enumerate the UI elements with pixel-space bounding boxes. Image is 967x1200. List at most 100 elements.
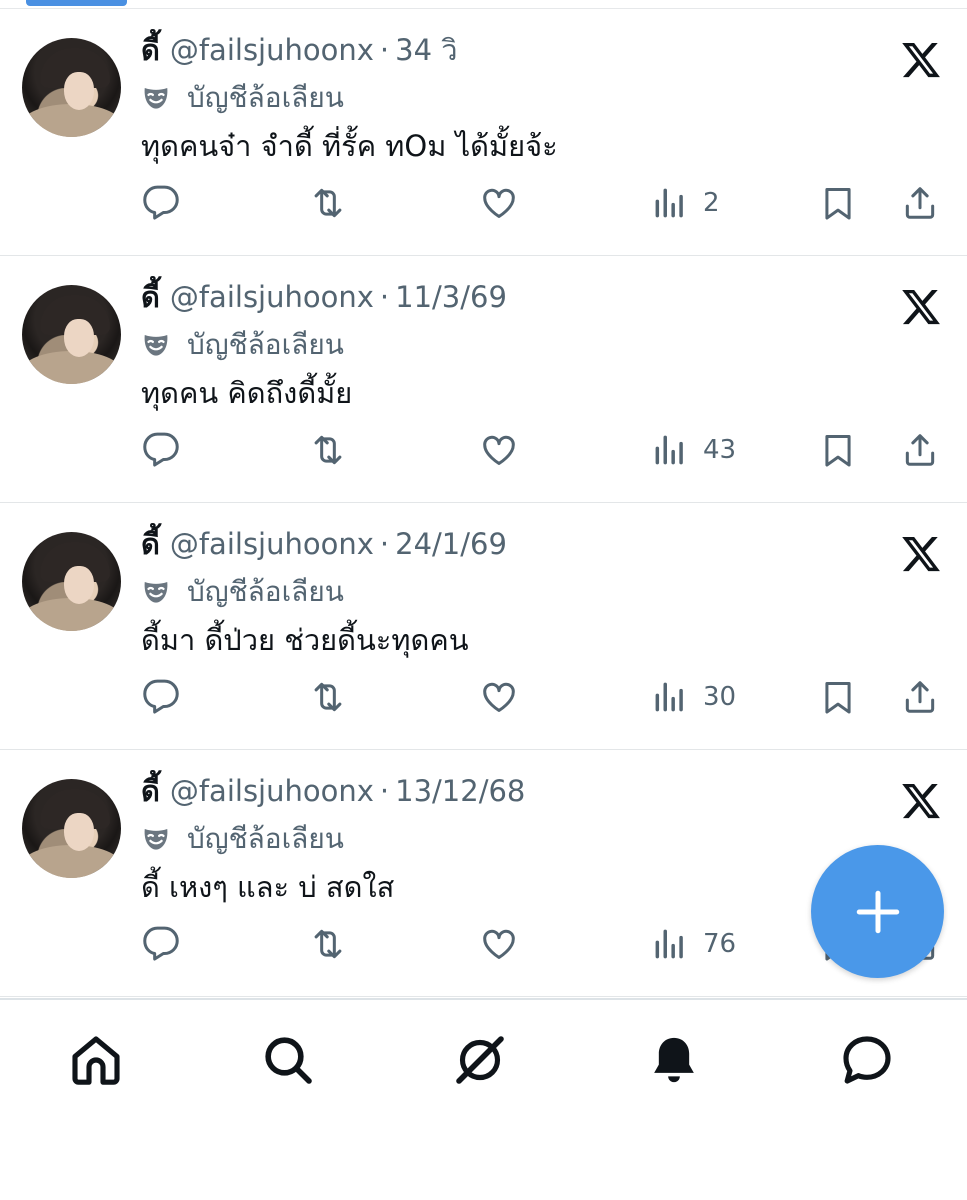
retweet-icon — [314, 929, 342, 959]
bookmark-button[interactable] — [819, 430, 857, 470]
views-icon — [655, 929, 683, 959]
tweet-header: ดี้ @failsjuhoonx · 13/12/68 — [141, 769, 525, 813]
reply-icon — [143, 432, 179, 467]
views-button[interactable]: 43 — [651, 430, 736, 470]
tweet-text: ดี้มา ดี้ป่วย ช่วยดี้นะทุดคน — [141, 623, 469, 657]
user-handle[interactable]: @failsjuhoonx — [170, 774, 374, 808]
reply-button[interactable] — [142, 924, 180, 964]
parody-label-text: บัญชีล้อเลียน — [187, 575, 344, 608]
search-icon — [265, 1037, 312, 1084]
parody-label: บัญชีล้อเลียน — [141, 572, 344, 612]
x-logo-icon — [902, 42, 940, 78]
avatar[interactable] — [22, 285, 121, 384]
avatar[interactable] — [22, 779, 121, 878]
parody-label-text: บัญชีล้อเลียน — [187, 328, 344, 361]
reply-icon — [143, 926, 179, 961]
like-button[interactable] — [480, 677, 518, 717]
parody-label: บัญชีล้อเลียน — [141, 78, 344, 118]
bookmark-button[interactable] — [819, 677, 857, 717]
tweet-timestamp[interactable]: 24/1/69 — [395, 527, 507, 561]
bookmark-icon — [825, 682, 851, 714]
x-logo-icon — [902, 783, 940, 819]
views-button[interactable]: 2 — [651, 183, 720, 223]
mask-icon — [144, 88, 168, 109]
like-button[interactable] — [480, 183, 518, 223]
views-button[interactable]: 76 — [651, 924, 736, 964]
separator-dot: · — [379, 774, 390, 808]
bookmark-button[interactable] — [819, 183, 857, 223]
display-name[interactable]: ดี้ — [141, 521, 160, 567]
retweet-icon — [314, 188, 342, 218]
tweet-timestamp[interactable]: 11/3/69 — [395, 280, 507, 314]
parody-label-text: บัญชีล้อเลียน — [187, 822, 344, 855]
tweet[interactable]: ดี้ @failsjuhoonx · 34 วิ บัญชีล้อเลียน … — [0, 9, 967, 256]
bottom-nav — [0, 998, 967, 1200]
views-count: 2 — [703, 188, 720, 218]
bookmark-icon — [825, 435, 851, 467]
reply-button[interactable] — [142, 183, 180, 223]
views-count: 43 — [703, 435, 737, 465]
views-count: 76 — [703, 929, 737, 959]
user-handle[interactable]: @failsjuhoonx — [170, 280, 374, 314]
nav-home[interactable] — [66, 1030, 126, 1090]
like-icon — [483, 929, 515, 959]
share-icon — [905, 681, 935, 713]
share-button[interactable] — [901, 677, 939, 717]
mask-icon — [144, 335, 168, 356]
views-button[interactable]: 30 — [651, 677, 736, 717]
user-handle[interactable]: @failsjuhoonx — [170, 527, 374, 561]
nav-messages[interactable] — [837, 1030, 897, 1090]
like-button[interactable] — [480, 430, 518, 470]
views-icon — [655, 682, 683, 712]
tweet[interactable]: ดี้ @failsjuhoonx · 24/1/69 บัญชีล้อเลีย… — [0, 503, 967, 750]
reply-icon — [143, 679, 179, 714]
tweet-header: ดี้ @failsjuhoonx · 34 วิ — [141, 28, 458, 72]
avatar[interactable] — [22, 38, 121, 137]
like-icon — [483, 682, 515, 712]
nav-search[interactable] — [258, 1030, 318, 1090]
share-icon — [905, 187, 935, 219]
parody-label-text: บัญชีล้อเลียน — [187, 81, 344, 114]
tweet[interactable]: ดี้ @failsjuhoonx · 11/3/69 บัญชีล้อเลีย… — [0, 256, 967, 503]
tweet-timestamp[interactable]: 13/12/68 — [395, 774, 525, 808]
retweet-button[interactable] — [309, 430, 347, 470]
parody-label: บัญชีล้อเลียน — [141, 819, 344, 859]
retweet-button[interactable] — [309, 677, 347, 717]
reply-button[interactable] — [142, 677, 180, 717]
user-handle[interactable]: @failsjuhoonx — [170, 33, 374, 67]
tweet-text: ดี้ เหงๆ และ บ่ สดใส — [141, 870, 395, 904]
timeline-feed: ดี้ @failsjuhoonx · 34 วิ บัญชีล้อเลียน … — [0, 9, 967, 997]
separator-dot: · — [379, 33, 390, 67]
home-icon — [72, 1036, 120, 1085]
display-name[interactable]: ดี้ — [141, 768, 160, 814]
compose-button[interactable] — [811, 845, 944, 978]
mask-icon — [144, 829, 168, 850]
grok-icon — [456, 1036, 504, 1084]
reply-icon — [143, 185, 179, 220]
display-name[interactable]: ดี้ — [141, 27, 160, 73]
nav-notifications[interactable] — [644, 1030, 704, 1090]
x-logo-icon — [902, 289, 940, 325]
x-logo-icon — [902, 536, 940, 572]
parody-label: บัญชีล้อเลียน — [141, 325, 344, 365]
tweet-timestamp[interactable]: 34 วิ — [395, 27, 457, 73]
avatar[interactable] — [22, 532, 121, 631]
views-count: 30 — [703, 682, 737, 712]
active-tab-indicator — [26, 0, 127, 6]
nav-grok[interactable] — [450, 1030, 510, 1090]
share-button[interactable] — [901, 183, 939, 223]
tweet-text: ทุดคนจ๋า จำดี้ ที่รั้ค ทOม ได้มั้ยจ้ะ — [141, 129, 558, 163]
like-button[interactable] — [480, 924, 518, 964]
reply-button[interactable] — [142, 430, 180, 470]
tweet-text: ทุดคน คิดถึงดี้มั้ย — [141, 376, 353, 410]
compose-plus-icon — [856, 890, 899, 933]
retweet-button[interactable] — [309, 183, 347, 223]
notifications-icon — [654, 1037, 694, 1083]
retweet-icon — [314, 682, 342, 712]
retweet-button[interactable] — [309, 924, 347, 964]
like-icon — [483, 435, 515, 465]
display-name[interactable]: ดี้ — [141, 274, 160, 320]
views-icon — [655, 435, 683, 465]
share-button[interactable] — [901, 430, 939, 470]
retweet-icon — [314, 435, 342, 465]
